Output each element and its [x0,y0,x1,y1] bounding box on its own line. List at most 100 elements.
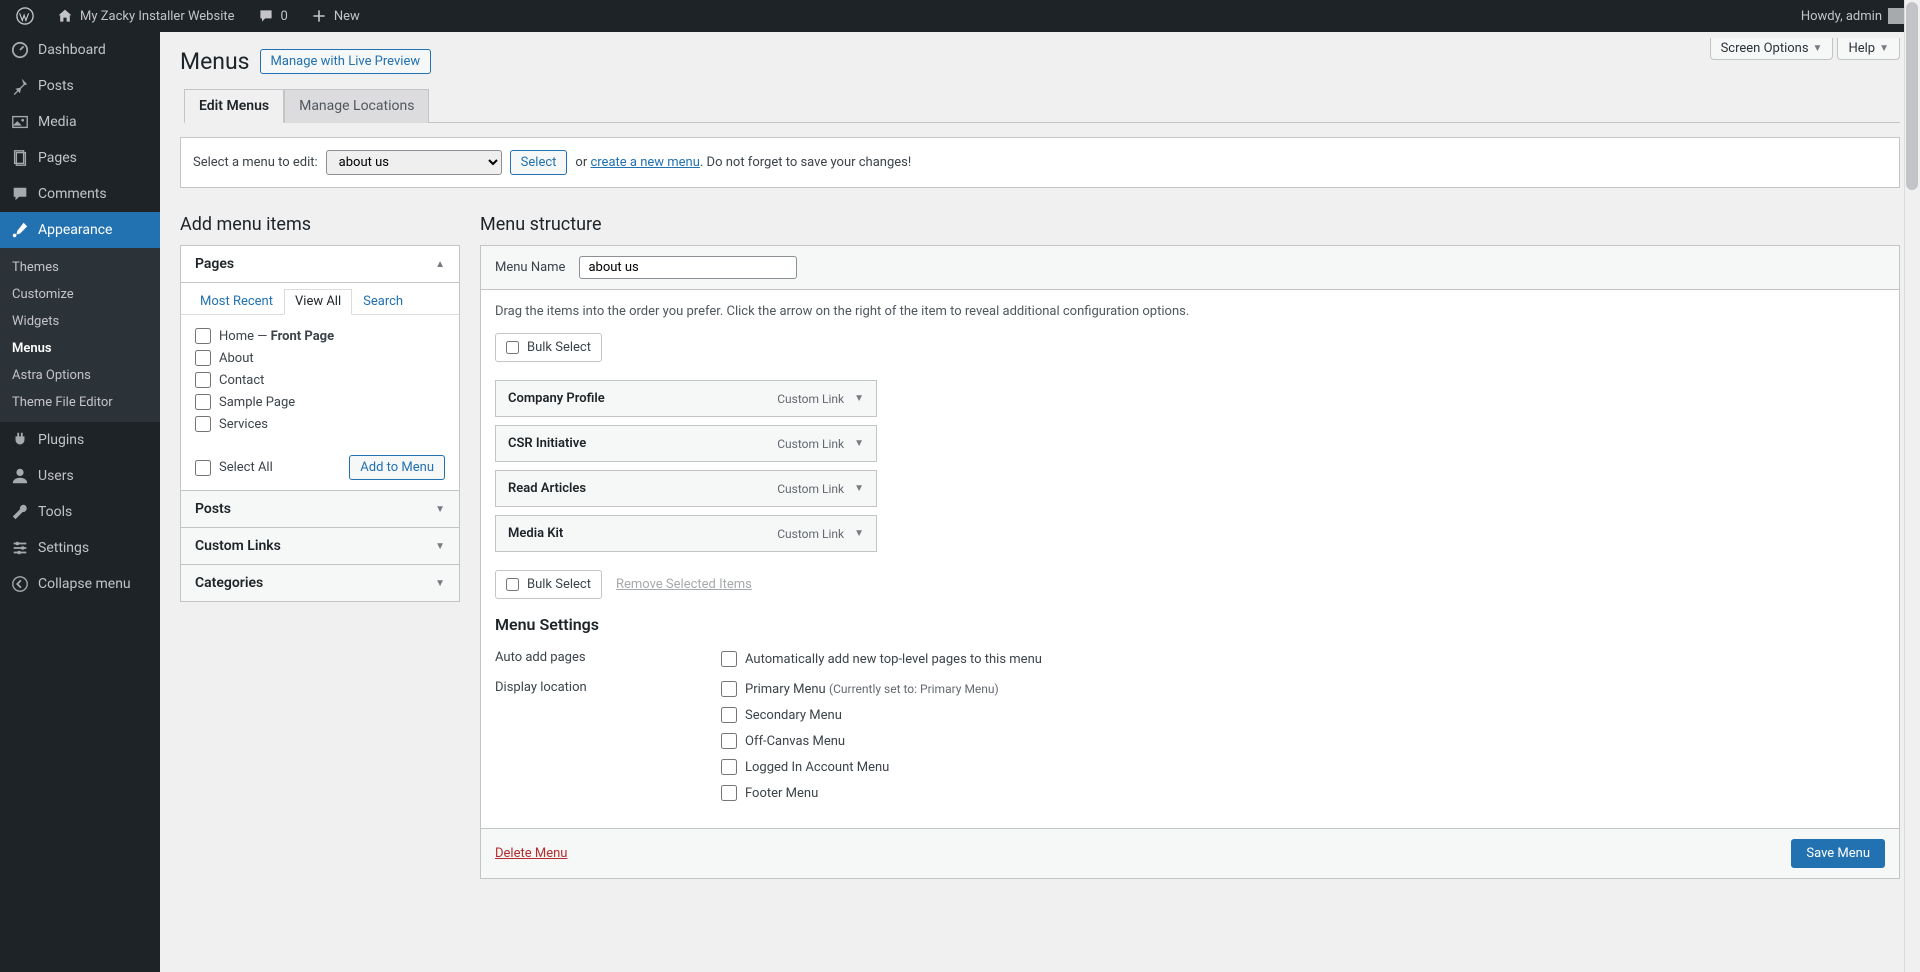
page-checkbox[interactable] [195,416,211,432]
sidebar-item-users[interactable]: Users [0,458,160,494]
select-label: Select a menu to edit: [193,155,318,170]
menu-select-dropdown[interactable]: about us [326,150,502,175]
caret-down-icon: ▼ [1813,43,1823,54]
sidebar-item-tools[interactable]: Tools [0,494,160,530]
location-checkbox[interactable] [721,759,737,775]
pages-tab-search[interactable]: Search [352,289,414,314]
sidebar-item-label: Appearance [38,222,112,238]
sidebar-item-appearance[interactable]: Appearance [0,212,160,248]
acc-custom-links-head[interactable]: Custom Links▼ [181,527,459,564]
select-all-row[interactable]: Select All [195,457,273,479]
auto-add-checkbox[interactable] [721,651,737,667]
admin-top-bar: My Zacky Installer Website 0 New Howdy, … [0,0,1920,32]
new-content-link[interactable]: New [302,0,368,32]
menu-item[interactable]: CSR InitiativeCustom Link▼ [495,425,877,462]
bulk-select-top[interactable]: Bulk Select [495,333,602,362]
remove-selected-link: Remove Selected Items [616,577,752,592]
tab-edit-menus[interactable]: Edit Menus [184,89,284,123]
caret-down-icon: ▼ [435,541,445,552]
acc-categories-head[interactable]: Categories▼ [181,564,459,601]
page-checkbox-row[interactable]: Services [195,413,445,435]
bulk-select-checkbox[interactable] [506,341,519,354]
caret-down-icon[interactable]: ▼ [854,438,864,449]
add-items-heading: Add menu items [180,214,460,235]
page-checkbox[interactable] [195,394,211,410]
page-checkbox-row[interactable]: Home — Front Page [195,325,445,347]
live-preview-button[interactable]: Manage with Live Preview [260,49,432,74]
page-checkbox-row[interactable]: Contact [195,369,445,391]
delete-menu-link[interactable]: Delete Menu [495,846,567,861]
page-checkbox[interactable] [195,372,211,388]
auto-add-option[interactable]: Automatically add new top-level pages to… [721,648,1042,670]
location-checkbox[interactable] [721,681,737,697]
create-menu-link[interactable]: create a new menu [590,155,699,170]
page-checkbox-row[interactable]: About [195,347,445,369]
sub-customize[interactable]: Customize [0,281,160,308]
caret-down-icon[interactable]: ▼ [854,528,864,539]
sidebar-item-media[interactable]: Media [0,104,160,140]
location-checkbox[interactable] [721,707,737,723]
sub-menus[interactable]: Menus [0,335,160,362]
sub-widgets[interactable]: Widgets [0,308,160,335]
sub-theme-editor[interactable]: Theme File Editor [0,389,160,416]
tab-manage-locations[interactable]: Manage Locations [284,89,429,123]
sidebar-item-label: Comments [38,186,107,202]
pages-tab-viewall[interactable]: View All [284,289,352,315]
acc-pages-head[interactable]: Pages▲ [181,246,459,282]
menu-item[interactable]: Read ArticlesCustom Link▼ [495,470,877,507]
sidebar-item-dashboard[interactable]: Dashboard [0,32,160,68]
scrollbar-thumb[interactable] [1906,2,1918,190]
help-button[interactable]: Help ▼ [1837,38,1900,60]
page-checkbox[interactable] [195,350,211,366]
page-checkbox-row[interactable]: Sample Page [195,391,445,413]
new-label: New [334,9,360,24]
save-menu-button[interactable]: Save Menu [1791,839,1885,868]
dashboard-icon [10,40,30,60]
pin-icon [10,76,30,96]
menu-settings-heading: Menu Settings [495,615,1885,634]
plug-icon [10,430,30,450]
select-button[interactable]: Select [510,150,568,175]
pages-tab-recent[interactable]: Most Recent [189,289,284,314]
location-checkbox[interactable] [721,733,737,749]
sub-themes[interactable]: Themes [0,254,160,281]
site-home-link[interactable]: My Zacky Installer Website [48,0,243,32]
scrollbar[interactable] [1904,0,1920,972]
screen-options-button[interactable]: Screen Options ▼ [1710,38,1834,60]
sidebar-item-pages[interactable]: Pages [0,140,160,176]
add-to-menu-button[interactable]: Add to Menu [349,455,445,480]
caret-down-icon[interactable]: ▼ [854,483,864,494]
sidebar-item-posts[interactable]: Posts [0,68,160,104]
location-option[interactable]: Off-Canvas Menu [721,730,999,752]
sidebar-item-label: Posts [38,78,74,94]
sidebar-item-plugins[interactable]: Plugins [0,422,160,458]
page-checkbox[interactable] [195,328,211,344]
site-name: My Zacky Installer Website [80,9,235,24]
bulk-select-bottom[interactable]: Bulk Select [495,570,602,599]
location-option[interactable]: Logged In Account Menu [721,756,999,778]
menu-item[interactable]: Company ProfileCustom Link▼ [495,380,877,417]
sub-astra[interactable]: Astra Options [0,362,160,389]
avatar [1888,8,1904,24]
location-option[interactable]: Footer Menu [721,782,999,804]
sidebar-item-label: Tools [38,504,72,520]
sidebar-item-label: Settings [38,540,89,556]
select-all-checkbox[interactable] [195,460,211,476]
sidebar-item-settings[interactable]: Settings [0,530,160,566]
sidebar-item-label: Plugins [38,432,84,448]
location-checkbox[interactable] [721,785,737,801]
acc-posts-head[interactable]: Posts▼ [181,490,459,527]
wp-logo[interactable] [8,0,42,32]
menu-name-input[interactable] [579,256,797,279]
bulk-select-checkbox[interactable] [506,578,519,591]
account-link[interactable]: Howdy, admin [1793,0,1912,32]
location-option[interactable]: Primary Menu (Currently set to: Primary … [721,678,999,700]
menu-item[interactable]: Media KitCustom Link▼ [495,515,877,552]
location-option[interactable]: Secondary Menu [721,704,999,726]
wordpress-icon [16,7,34,25]
display-location-label: Display location [495,678,721,695]
sidebar-item-comments[interactable]: Comments [0,176,160,212]
comments-link[interactable]: 0 [249,0,296,32]
sidebar-item-collapse[interactable]: Collapse menu [0,566,160,602]
caret-down-icon[interactable]: ▼ [854,393,864,404]
